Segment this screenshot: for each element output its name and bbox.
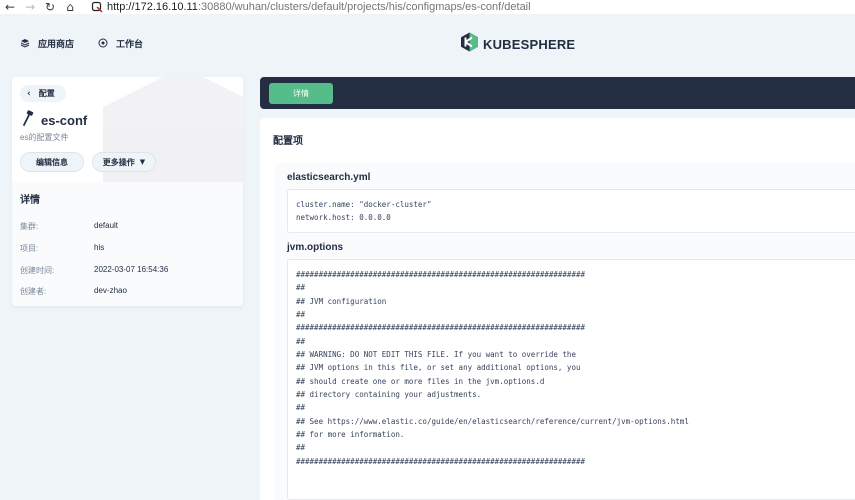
more-actions-button[interactable]: 更多操作 ▼ xyxy=(92,152,156,172)
url-text: http://172.16.10.11:30880/wuhan/clusters… xyxy=(107,1,531,13)
home-icon[interactable]: ⌂ xyxy=(60,0,80,14)
detail-value: dev-zhao xyxy=(94,286,127,295)
url-host: http://172.16.10.11 xyxy=(107,1,198,13)
edit-info-button[interactable]: 编辑信息 xyxy=(20,152,84,172)
detail-label: 集群: xyxy=(20,222,39,231)
chevron-left-icon: ‹ xyxy=(27,88,31,99)
code-line: ## WARNING: DO NOT EDIT THIS FILE. If yo… xyxy=(296,350,576,360)
code-line: ## for more information. xyxy=(296,430,405,440)
detail-label: 创建者: xyxy=(20,287,47,296)
details-title: 详情 xyxy=(20,195,40,206)
resource-name: es-conf xyxy=(41,113,88,128)
detail-value: 2022-03-07 16:54:36 xyxy=(94,265,169,274)
code-line: ## should create one or more files in th… xyxy=(296,376,545,386)
config-value-block: ########################################… xyxy=(287,259,855,500)
config-section-title: 配置项 xyxy=(273,136,303,147)
detail-value: his xyxy=(94,243,105,252)
detail-label: 创建时间: xyxy=(20,266,55,275)
config-content: 配置项 elasticsearch.yml cluster.name: "doc… xyxy=(260,118,855,500)
config-value-block: cluster.name: "docker-cluster" network.h… xyxy=(287,189,855,233)
detail-row-created-time: 创建时间: 2022-03-07 16:54:36 xyxy=(20,265,168,276)
code-line: ## xyxy=(296,310,306,320)
tab-details-label: 详情 xyxy=(293,89,309,98)
kubesphere-logo-icon xyxy=(460,32,479,57)
config-entries: elasticsearch.yml cluster.name: "docker-… xyxy=(275,163,855,500)
forward-arrow-icon[interactable]: → xyxy=(20,0,40,14)
resource-actions: 编辑信息 更多操作 ▼ xyxy=(20,152,156,172)
nav-app-store-label: 应用商店 xyxy=(38,38,75,49)
layers-icon xyxy=(20,38,30,48)
resource-title: es-conf xyxy=(21,110,87,131)
caret-down-icon: ▼ xyxy=(139,158,146,166)
detail-row-project: 项目: his xyxy=(20,243,104,254)
back-button-label: 配置 xyxy=(38,89,55,98)
code-line: ########################################… xyxy=(296,456,585,466)
code-line: ########################################… xyxy=(296,323,585,333)
resource-info-card: ‹ 配置 es-conf es的配置文件 编辑信息 更多操作 ▼ 详情 集群: … xyxy=(12,77,243,306)
nav-workbench[interactable]: 工作台 xyxy=(98,37,143,50)
top-navigation: 应用商店 工作台 KUBESPHERE xyxy=(0,14,855,72)
resource-header: ‹ 配置 es-conf es的配置文件 编辑信息 更多操作 ▼ xyxy=(12,77,243,182)
resource-description: es的配置文件 xyxy=(20,133,69,142)
reload-icon[interactable]: ↻ xyxy=(40,0,60,14)
code-line: network.host: 0.0.0.0 xyxy=(296,213,391,223)
config-key-title: jvm.options xyxy=(287,242,344,253)
edit-info-label: 编辑信息 xyxy=(36,157,68,167)
kubesphere-logo[interactable]: KUBESPHERE xyxy=(460,32,575,57)
config-key-title: elasticsearch.yml xyxy=(287,172,371,183)
back-arrow-icon[interactable]: ← xyxy=(0,0,20,14)
detail-panel: 详情 配置项 elasticsearch.yml cluster.name: "… xyxy=(260,77,855,500)
detail-row-creator: 创建者: dev-zhao xyxy=(20,286,127,297)
more-actions-label: 更多操作 xyxy=(102,157,135,167)
logo-text: KUBESPHERE xyxy=(483,37,576,52)
code-line: ## JVM configuration xyxy=(296,296,387,306)
nav-workbench-label: 工作台 xyxy=(116,38,144,49)
tab-details[interactable]: 详情 xyxy=(269,83,333,104)
code-line: ## See https://www.elastic.co/guide/en/e… xyxy=(296,416,689,426)
code-line: ## directory containing your adjustments… xyxy=(296,390,482,400)
detail-label: 项目: xyxy=(20,244,39,253)
code-line: ## xyxy=(296,443,306,453)
browser-toolbar: ← → ↻ ⌂ http://172.16.10.11:30880/wuhan/… xyxy=(0,0,855,14)
address-bar[interactable]: http://172.16.10.11:30880/wuhan/clusters… xyxy=(90,0,531,14)
insecure-site-icon[interactable] xyxy=(90,1,104,13)
hammer-icon xyxy=(21,110,35,131)
tab-bar: 详情 xyxy=(260,77,855,109)
detail-value: default xyxy=(94,221,119,230)
code-line: ## xyxy=(296,336,306,346)
code-line: ########################################… xyxy=(296,270,585,279)
code-line: ## xyxy=(296,403,306,413)
code-line: ## JVM options in this file, or set any … xyxy=(296,363,581,373)
dashboard-icon xyxy=(98,38,108,48)
nav-app-store[interactable]: 应用商店 xyxy=(20,37,74,50)
back-to-configmaps-button[interactable]: ‹ 配置 xyxy=(20,85,66,102)
url-path: :30880/wuhan/clusters/default/projects/h… xyxy=(197,1,531,13)
details-section: 详情 集群: default 项目: his 创建时间: 2022-03-07 … xyxy=(12,182,243,306)
code-line: cluster.name: "docker-cluster" xyxy=(296,200,432,209)
code-line: ## xyxy=(296,283,306,293)
detail-row-cluster: 集群: default xyxy=(20,221,118,232)
